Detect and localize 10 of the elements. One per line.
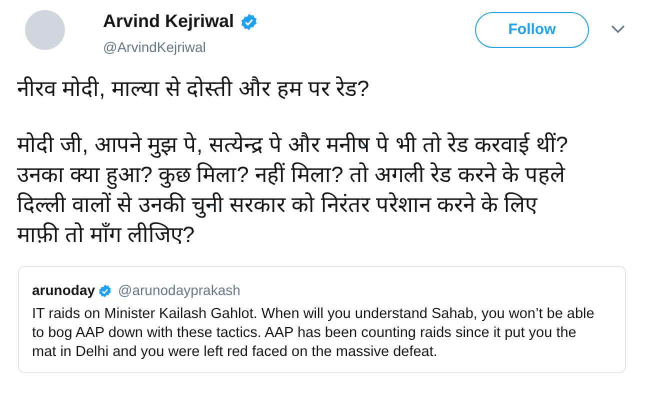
tweet-text: नीरव मोदी, माल्या से दोस्ती और हम पर रेड? (17, 75, 370, 103)
quoted-tweet-text: IT raids on Minister Kailash Gahlot. When will you understand Sahab, you won’t be able to bog AAP down with these tactics. AAP has been counting raids since it put you the mat in Delhi and you were left red faced on the massive defeat. (32, 305, 596, 362)
tweet-text: मोदी जी, आपने मुझ पे, सत्येन्द्र पे और मनीष पे भी तो रेड करवाई थीं? उनका क्या हुआ? कुछ मिला? नहीं मिला? तो अगली रेड करने के पहले दिल्ली वालों से उनकी चुनी सरकार को निरंतर परेशान करने के लिए माफ़ी तो माँग लीजिए? (17, 131, 570, 249)
chevron-down-icon[interactable] (611, 25, 625, 33)
quoted-author-handle: @arunodayprakash (118, 281, 240, 300)
author-handle: @ArvindKejriwal (103, 38, 207, 57)
quoted-tweet-card[interactable] (18, 266, 626, 373)
author-name: Arvind Kejriwal (103, 10, 234, 33)
follow-button[interactable]: Follow (475, 12, 589, 48)
quoted-author-name: arunoday (32, 281, 96, 300)
